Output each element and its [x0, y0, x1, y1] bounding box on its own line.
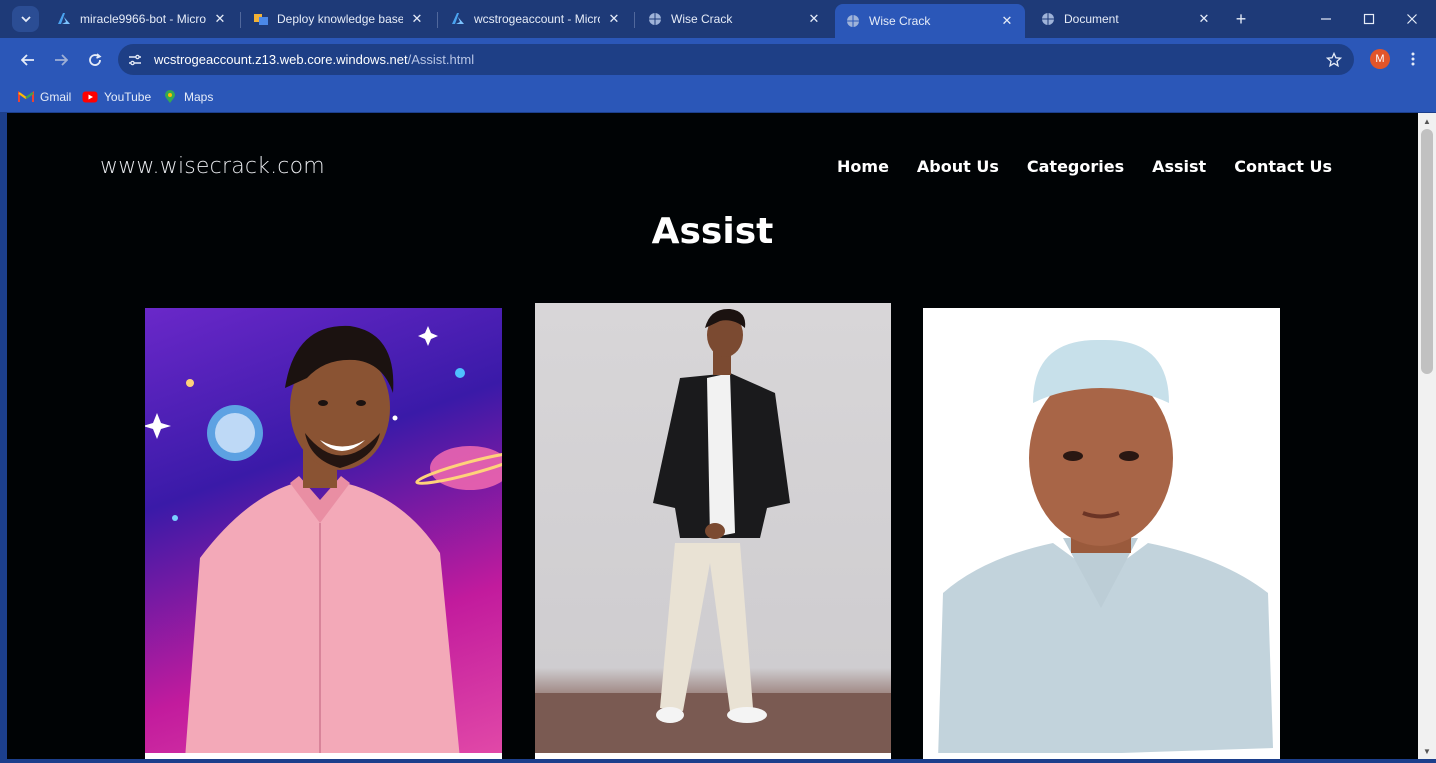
back-button[interactable] — [14, 46, 42, 74]
profile-avatar[interactable]: M — [1370, 49, 1390, 69]
azure-icon — [56, 11, 72, 27]
team-member-photo-1 — [145, 308, 502, 759]
card-footer-strip — [145, 753, 502, 759]
bookmark-youtube[interactable]: YouTube — [82, 88, 151, 106]
reload-button[interactable] — [81, 46, 109, 74]
language-studio-icon — [253, 11, 269, 27]
minimize-icon — [1321, 18, 1331, 20]
azure-icon — [450, 11, 466, 27]
site-logo[interactable]: www.wisecrack.com — [100, 154, 325, 179]
tab-6[interactable]: Document ✕ — [1030, 4, 1222, 34]
close-icon[interactable]: ✕ — [606, 11, 622, 27]
bookmark-label: Gmail — [40, 90, 72, 104]
browser-toolbar: wcstrogeaccount.z13.web.core.windows.net… — [0, 38, 1436, 82]
nav-assist[interactable]: Assist — [1152, 157, 1206, 176]
tab-separator — [634, 12, 635, 28]
site-settings-icon[interactable] — [126, 51, 144, 69]
photo-illustration — [145, 325, 502, 759]
nav-contact-us[interactable]: Contact Us — [1234, 157, 1332, 176]
tab-4[interactable]: Wise Crack ✕ — [637, 4, 832, 34]
card-footer-strip — [923, 753, 1280, 759]
chevron-down-icon — [20, 16, 31, 23]
page-viewport: www.wisecrack.com Home About Us Categori… — [7, 113, 1418, 759]
tab-1[interactable]: miracle9966-bot - Microso ✕ — [46, 4, 238, 34]
bookmark-label: Maps — [184, 90, 214, 104]
close-icon[interactable]: ✕ — [806, 11, 822, 27]
globe-icon — [647, 11, 663, 27]
close-icon[interactable]: ✕ — [409, 11, 425, 27]
close-window-button[interactable] — [1401, 8, 1423, 30]
browser-menu-button[interactable] — [1403, 48, 1423, 70]
photo-illustration — [923, 308, 1280, 759]
tab-5-active[interactable]: Wise Crack ✕ — [835, 4, 1025, 38]
close-icon — [1407, 14, 1417, 24]
browser-window: miracle9966-bot - Microso ✕ Deploy knowl… — [0, 0, 1436, 763]
more-vertical-icon — [1411, 52, 1415, 66]
scrollbar-thumb[interactable] — [1421, 129, 1433, 374]
youtube-icon — [82, 90, 98, 104]
bookmark-star-icon[interactable] — [1324, 50, 1344, 70]
url-text: wcstrogeaccount.z13.web.core.windows.net… — [154, 52, 474, 67]
tab-3[interactable]: wcstrogeaccount - Micros ✕ — [440, 4, 632, 34]
page-title: Assist — [651, 211, 774, 252]
tab-3-label: wcstrogeaccount - Micros — [474, 12, 600, 26]
reload-icon — [89, 53, 102, 66]
card-footer-strip — [535, 753, 891, 759]
close-icon[interactable]: ✕ — [212, 11, 228, 27]
new-tab-button[interactable]: + — [1230, 8, 1252, 30]
bookmarks-bar: Gmail YouTube Maps — [0, 82, 1436, 112]
team-member-photo-3 — [923, 308, 1280, 759]
scroll-up-arrow-icon[interactable]: ▲ — [1422, 116, 1432, 126]
url-host: wcstrogeaccount.z13.web.core.windows.net — [154, 52, 408, 67]
close-icon[interactable]: ✕ — [999, 13, 1015, 29]
nav-about-us[interactable]: About Us — [917, 157, 999, 176]
tab-2[interactable]: Deploy knowledge base ✕ — [243, 4, 435, 34]
maximize-button[interactable] — [1358, 8, 1380, 30]
nav-categories[interactable]: Categories — [1027, 157, 1124, 176]
scroll-down-arrow-icon[interactable]: ▼ — [1422, 746, 1432, 756]
globe-icon — [845, 13, 861, 29]
globe-icon — [1040, 11, 1056, 27]
bookmark-label: YouTube — [104, 90, 152, 104]
maximize-icon — [1363, 13, 1375, 25]
site-nav: Home About Us Categories Assist Contact … — [837, 157, 1332, 176]
url-path: /Assist.html — [407, 52, 475, 67]
nav-home[interactable]: Home — [837, 157, 889, 176]
team-member-photo-2 — [535, 303, 891, 759]
photo-illustration — [535, 308, 891, 759]
maps-icon — [162, 90, 178, 104]
tab-4-label: Wise Crack — [671, 12, 733, 26]
tab-5-label: Wise Crack — [869, 14, 931, 28]
plus-icon: + — [1235, 8, 1247, 29]
minimize-button[interactable] — [1315, 8, 1337, 30]
tab-2-label: Deploy knowledge base — [277, 12, 403, 26]
arrow-right-icon — [55, 54, 68, 66]
tab-separator — [240, 12, 241, 28]
forward-button[interactable] — [47, 46, 75, 74]
gmail-icon — [18, 90, 34, 104]
bookmark-gmail[interactable]: Gmail — [18, 88, 71, 106]
address-bar[interactable]: wcstrogeaccount.z13.web.core.windows.net… — [118, 44, 1354, 75]
tab-1-label: miracle9966-bot - Microso — [80, 12, 206, 26]
bookmark-maps[interactable]: Maps — [162, 88, 213, 106]
tab-separator — [437, 12, 438, 28]
close-icon[interactable]: ✕ — [1196, 11, 1212, 27]
tab-strip: miracle9966-bot - Microso ✕ Deploy knowl… — [0, 0, 1436, 38]
tab-6-label: Document — [1064, 12, 1119, 26]
tab-search-button[interactable] — [12, 6, 39, 32]
page-scrollbar[interactable]: ▲ ▼ — [1418, 113, 1436, 759]
arrow-left-icon — [21, 54, 34, 66]
